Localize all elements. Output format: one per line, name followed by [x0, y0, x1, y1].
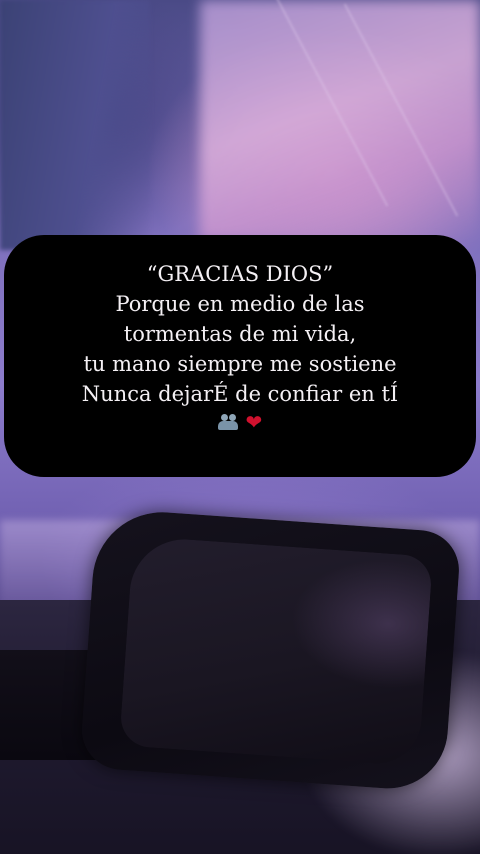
quote-line-3: tu mano siempre me sostiene — [83, 352, 397, 376]
side-mirror-glass — [119, 535, 433, 767]
car-window-background: “GRACIAS DIOS” Porque en medio de las to… — [0, 0, 480, 854]
quote-line-4: Nunca dejarÉ de confiar en tÍ — [81, 382, 399, 406]
emoji-row: ❤ — [4, 411, 476, 433]
window-pillar — [0, 0, 150, 250]
quote-line-1: Porque en medio de las — [115, 292, 365, 316]
quote-line-2: tormentas de mi vida, — [123, 322, 357, 346]
praying-people-icon — [217, 414, 238, 430]
heart-icon: ❤ — [245, 410, 263, 434]
quote-card: “GRACIAS DIOS” Porque en medio de las to… — [4, 235, 476, 477]
quote-title: “GRACIAS DIOS” — [146, 262, 334, 286]
